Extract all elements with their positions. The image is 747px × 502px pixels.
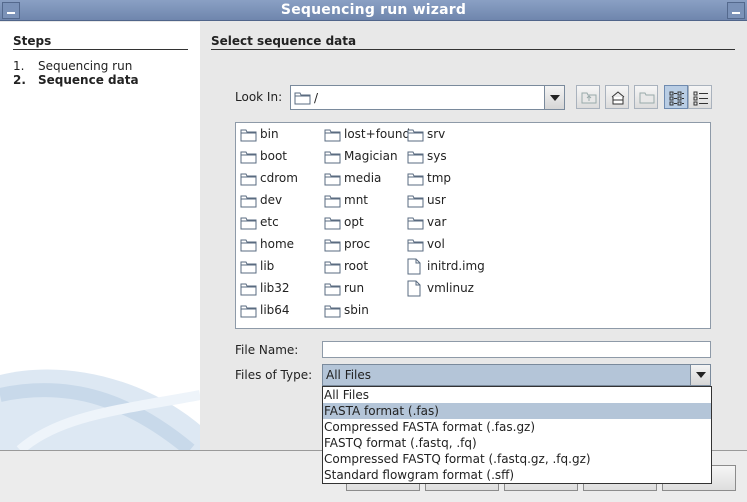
- look-in-label: Look In:: [235, 90, 283, 104]
- folder-icon: [324, 282, 341, 301]
- file-name: run: [344, 281, 365, 295]
- file-name: dev: [260, 193, 283, 207]
- new-folder-button[interactable]: [634, 85, 658, 109]
- folder-icon: [294, 92, 311, 105]
- file-name: usr: [427, 193, 446, 207]
- folder-icon: [407, 128, 424, 147]
- folder-icon: [407, 216, 424, 235]
- folder-icon: [240, 172, 257, 191]
- file-type-option[interactable]: Standard flowgram format (.sff): [323, 467, 711, 483]
- up-folder-icon: [581, 92, 597, 104]
- details-view-button[interactable]: [688, 85, 712, 109]
- folder-icon: [324, 216, 341, 235]
- files-of-type-dropdown[interactable]: All Files FASTA format (.fas) Compressed F…: [322, 386, 712, 484]
- file-list[interactable]: bin boot cdrom dev etc home lib lib32 lib64 lost+…: [235, 122, 711, 329]
- folder-icon: [324, 128, 341, 147]
- folder-icon: [324, 238, 341, 257]
- folder-icon: [407, 172, 424, 191]
- folder-icon: [407, 150, 424, 169]
- file-name: etc: [260, 215, 279, 229]
- file-name: home: [260, 237, 295, 251]
- chevron-down-icon[interactable]: [544, 86, 564, 109]
- file-name: Magician: [344, 149, 398, 163]
- window-title: Sequencing run wizard: [280, 2, 467, 18]
- files-of-type-value: All Files: [326, 368, 372, 382]
- look-in-combo[interactable]: /: [290, 85, 565, 110]
- file-name-label: File Name:: [235, 343, 299, 357]
- step-number: 2.: [13, 73, 26, 87]
- folder-icon: [324, 260, 341, 279]
- folder-icon: [324, 194, 341, 213]
- list-view-icon: [669, 91, 684, 106]
- home-icon: [611, 91, 625, 105]
- file-type-option[interactable]: FASTA format (.fas): [323, 403, 711, 419]
- folder-icon: [407, 194, 424, 213]
- file-name: vmlinuz: [427, 281, 474, 295]
- file-name: cdrom: [260, 171, 298, 185]
- file-name: lib64: [260, 303, 290, 317]
- decorative-swoosh: [0, 369, 200, 450]
- up-one-level-button[interactable]: [576, 85, 600, 109]
- folder-icon: [240, 260, 257, 279]
- step-label: Sequencing run: [38, 59, 133, 73]
- file-name: root: [344, 259, 369, 273]
- file-name: lost+found: [344, 127, 411, 141]
- new-folder-icon: [639, 92, 655, 104]
- folder-icon: [240, 238, 257, 257]
- list-view-button[interactable]: [664, 85, 688, 109]
- look-in-value: /: [314, 91, 319, 105]
- steps-panel: Steps 1. Sequencing run 2. Sequence data: [0, 22, 200, 450]
- folder-icon: [240, 304, 257, 323]
- file-name: initrd.img: [427, 259, 485, 273]
- files-of-type-combo[interactable]: All Files: [322, 364, 711, 386]
- minimize-button[interactable]: [727, 2, 745, 19]
- file-name: boot: [260, 149, 288, 163]
- file-name: var: [427, 215, 447, 229]
- folder-icon: [240, 150, 257, 169]
- file-name: sys: [427, 149, 447, 163]
- folder-icon: [240, 194, 257, 213]
- folder-icon: [407, 238, 424, 257]
- file-name: srv: [427, 127, 446, 141]
- file-name: media: [344, 171, 382, 185]
- folder-icon: [324, 150, 341, 169]
- folder-icon: [240, 282, 257, 301]
- file-name: tmp: [427, 171, 452, 185]
- file-name: proc: [344, 237, 371, 251]
- file-name-input[interactable]: [322, 341, 711, 358]
- file-name: mnt: [344, 193, 368, 207]
- file-icon: [407, 258, 421, 280]
- step-label: Sequence data: [38, 73, 139, 87]
- file-name: opt: [344, 215, 364, 229]
- file-name: sbin: [344, 303, 369, 317]
- file-name: lib32: [260, 281, 290, 295]
- steps-heading: Steps: [13, 34, 188, 50]
- file-icon: [407, 280, 421, 302]
- folder-icon: [240, 216, 257, 235]
- chevron-down-icon[interactable]: [690, 365, 710, 385]
- step-number: 1.: [13, 59, 25, 73]
- step-item-2: 2. Sequence data: [13, 73, 139, 87]
- folder-icon: [324, 304, 341, 323]
- files-of-type-label: Files of Type:: [235, 368, 313, 382]
- section-heading: Select sequence data: [211, 34, 735, 50]
- details-view-icon: [693, 91, 708, 106]
- step-item-1: 1. Sequencing run: [13, 59, 132, 73]
- file-name: vol: [427, 237, 445, 251]
- file-name: lib: [260, 259, 275, 273]
- file-type-option[interactable]: Compressed FASTQ format (.fastq.gz, .fq.…: [323, 451, 711, 467]
- home-button[interactable]: [605, 85, 629, 109]
- folder-icon: [324, 172, 341, 191]
- file-type-option[interactable]: FASTQ format (.fastq, .fq): [323, 435, 711, 451]
- file-type-option[interactable]: Compressed FASTA format (.fas.gz): [323, 419, 711, 435]
- folder-icon: [240, 128, 257, 147]
- file-type-option[interactable]: All Files: [323, 387, 711, 403]
- file-name: bin: [260, 127, 279, 141]
- title-bar: Sequencing run wizard: [0, 0, 747, 21]
